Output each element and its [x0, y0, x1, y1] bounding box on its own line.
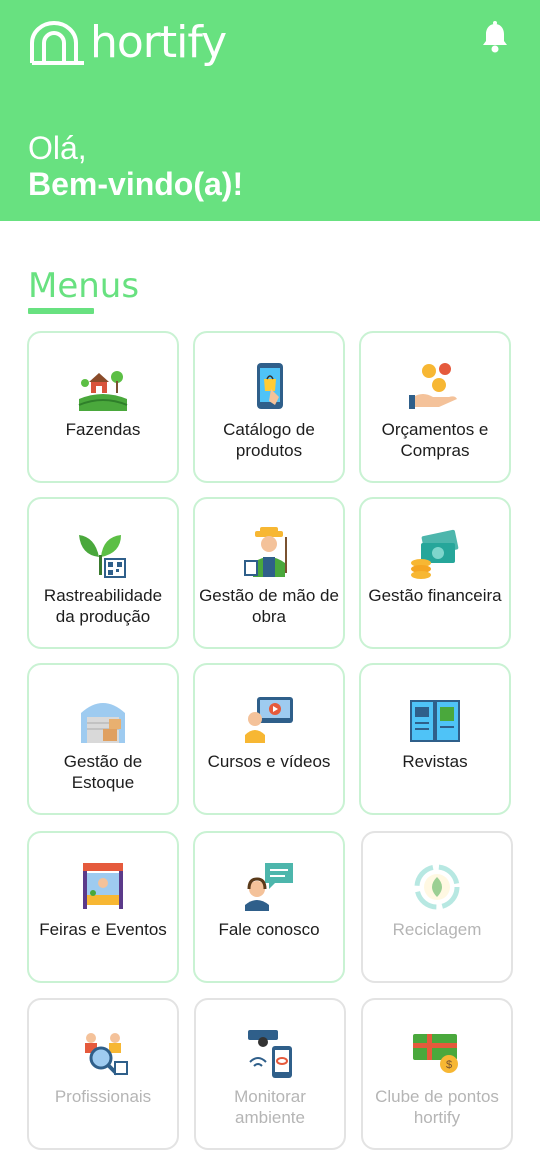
menu-label: Fale conosco — [218, 920, 320, 939]
menu-card-reciclagem[interactable]: Reciclagem — [361, 831, 513, 983]
menu-label: Rastreabilidade da produção — [43, 586, 163, 626]
recycle-icon — [414, 864, 460, 910]
menu-card-feiras[interactable]: Feiras e Eventos — [27, 831, 179, 983]
greeting-text: Olá, — [28, 130, 87, 166]
menu-label: Revistas — [402, 752, 468, 771]
menus-title-underline — [28, 308, 94, 314]
cash-coins-icon — [411, 529, 459, 579]
menu-card-financeira[interactable]: Gestão financeira — [359, 497, 511, 649]
menu-label: Cursos e vídeos — [207, 752, 331, 771]
menu-label: Reciclagem — [392, 920, 482, 939]
menu-card-orcamentos[interactable]: Orçamentos e Compras — [359, 331, 511, 483]
menu-label: Orçamentos e Compras — [381, 420, 489, 460]
menu-card-monitorar[interactable]: Monitorar ambiente — [194, 998, 346, 1150]
menu-card-rastreabilidade[interactable]: Rastreabilidade da produção — [27, 497, 179, 649]
menu-label: Monitorar ambiente — [234, 1087, 306, 1127]
gift-card-icon: $ — [413, 1034, 458, 1073]
farmer-icon — [244, 527, 287, 577]
professionals-icon — [85, 1033, 128, 1076]
chat-person-icon — [245, 863, 293, 911]
menu-card-mao-de-obra[interactable]: Gestão de mão de obra — [193, 497, 345, 649]
menus-title: Menus — [28, 266, 140, 306]
menu-card-fale-conosco[interactable]: Fale conosco — [193, 831, 345, 983]
menu-card-clube-pontos[interactable]: $ Clube de pontos hortify — [361, 998, 513, 1150]
market-stall-icon — [83, 863, 123, 909]
warehouse-icon — [81, 703, 125, 743]
menu-card-profissionais[interactable]: Profissionais — [27, 998, 179, 1150]
camera-monitor-icon — [248, 1030, 292, 1078]
notification-bell-icon[interactable] — [478, 20, 512, 54]
menu-label: Gestão de Estoque — [63, 752, 143, 792]
mobile-shop-icon — [257, 363, 283, 409]
welcome-text: Bem-vindo(a)! — [28, 166, 244, 202]
menu-card-fazendas[interactable]: Fazendas — [27, 331, 179, 483]
menu-card-revistas[interactable]: Revistas — [359, 663, 511, 815]
menu-label: Fazendas — [65, 420, 141, 439]
menu-card-estoque[interactable]: Gestão de Estoque — [27, 663, 179, 815]
logo-text: hortify — [90, 16, 227, 68]
money-hand-icon — [409, 363, 457, 409]
farm-icon — [78, 371, 128, 411]
svg-text:$: $ — [446, 1059, 452, 1071]
menu-label: Gestão de mão de obra — [199, 586, 339, 626]
magazine-icon — [410, 700, 460, 742]
menu-label: Clube de pontos hortify — [375, 1087, 499, 1127]
plant-qr-icon — [79, 535, 126, 578]
video-course-icon — [245, 697, 293, 743]
hortify-logo-icon — [30, 21, 84, 65]
hortify-logo: hortify — [26, 14, 227, 70]
menu-card-cursos[interactable]: Cursos e vídeos — [193, 663, 345, 815]
menu-label: Catálogo de produtos — [223, 420, 315, 460]
menu-label: Gestão financeira — [368, 586, 502, 605]
app-header: hortify Olá, Bem-vindo(a)! — [0, 0, 540, 221]
menu-label: Profissionais — [54, 1087, 152, 1106]
menu-card-catalogo[interactable]: Catálogo de produtos — [193, 331, 345, 483]
menu-label: Feiras e Eventos — [39, 920, 167, 939]
